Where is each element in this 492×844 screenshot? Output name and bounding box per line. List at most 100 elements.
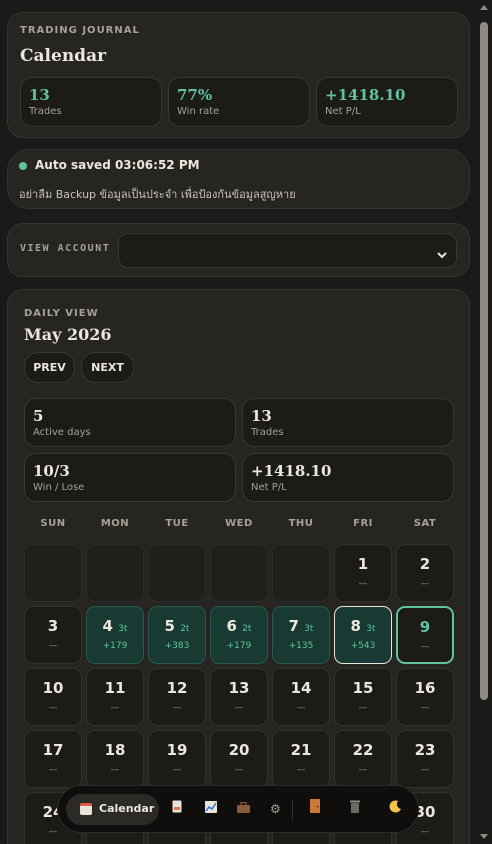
- weekday-label: MON: [100, 518, 130, 529]
- calendar-day-cell[interactable]: 4 3t +179: [86, 606, 144, 664]
- day-pl: —: [296, 765, 306, 775]
- day-number: 19: [149, 741, 205, 759]
- summary-label: Win / Lose: [33, 482, 85, 493]
- next-button[interactable]: NEXT: [81, 352, 134, 383]
- day-number: 18: [87, 741, 143, 759]
- day-number-text: 1: [357, 555, 369, 573]
- scrollbar-thumb[interactable]: [480, 22, 488, 700]
- calendar-day-cell[interactable]: 1—: [334, 544, 392, 602]
- weekday-label: FRI: [353, 518, 373, 529]
- account-select[interactable]: [118, 233, 457, 268]
- status-dot-icon: [19, 162, 27, 170]
- day-number-text: 17: [42, 741, 64, 759]
- stat-net-pl: +1418.10 Net P/L: [316, 77, 458, 127]
- day-number-text: 10: [42, 679, 64, 697]
- calendar-day-cell[interactable]: 15 —: [334, 668, 392, 726]
- day-number-text: 21: [290, 741, 312, 759]
- calendar-day-cell[interactable]: 13 —: [210, 668, 268, 726]
- day-number-text: 16: [414, 679, 436, 697]
- stat-value: +1418.10: [325, 86, 406, 104]
- nav-calendar-button[interactable]: Calendar: [66, 794, 159, 825]
- calendar-day-cell[interactable]: 17 —: [24, 730, 82, 788]
- calendar-day-cell[interactable]: 16 —: [396, 668, 454, 726]
- calendar-day-cell[interactable]: 10 —: [24, 668, 82, 726]
- account-card: VIEW ACCOUNT: [7, 223, 470, 277]
- weekday-label: SAT: [413, 518, 437, 529]
- day-number: 1: [335, 555, 391, 573]
- gear-icon[interactable]: ⚙: [270, 799, 281, 819]
- document-icon[interactable]: [172, 799, 182, 819]
- bottom-nav: Calendar ⚙: [57, 785, 419, 833]
- day-pl: —: [110, 765, 120, 775]
- day-pl: —: [48, 765, 58, 775]
- calendar-day-cell[interactable]: 23 —: [396, 730, 454, 788]
- scrollbar[interactable]: [479, 5, 489, 842]
- day-pl: —: [420, 579, 430, 589]
- day-number-text: 8: [350, 617, 361, 635]
- summary-label: Net P/L: [251, 482, 287, 493]
- day-number: 6 2t: [211, 617, 267, 635]
- trade-count: 3t: [366, 624, 376, 634]
- scroll-down-arrow-icon[interactable]: [480, 834, 488, 840]
- calendar-day-cell[interactable]: 3—: [24, 606, 82, 664]
- summary-value: 5: [33, 407, 44, 425]
- day-number-text: 9: [419, 618, 431, 636]
- account-label: VIEW ACCOUNT: [20, 243, 111, 254]
- prev-button[interactable]: PREV: [24, 352, 75, 383]
- summary-label: Trades: [251, 427, 284, 438]
- day-number-text: 18: [104, 741, 126, 759]
- calendar-day-cell[interactable]: 5 2t +383: [148, 606, 206, 664]
- day-number: 7 3t: [273, 617, 329, 635]
- day-pl: —: [358, 703, 368, 713]
- weekday-label: SUN: [40, 518, 66, 529]
- summary-net-pl: +1418.10 Net P/L: [242, 453, 454, 502]
- day-number: 23: [397, 741, 453, 759]
- day-number: 20: [211, 741, 267, 759]
- summary-label: Active days: [33, 427, 91, 438]
- day-number: 3: [25, 617, 81, 635]
- day-pl: +179: [226, 641, 252, 651]
- calendar-day-cell[interactable]: 9—: [396, 606, 454, 664]
- calendar-day-cell[interactable]: 7 3t +135: [272, 606, 330, 664]
- calendar-day-cell[interactable]: 14 —: [272, 668, 330, 726]
- chart-icon[interactable]: [205, 799, 217, 819]
- calendar-day-cell[interactable]: 6 2t +179: [210, 606, 268, 664]
- day-number-text: 6: [226, 617, 237, 635]
- day-number-text: 19: [166, 741, 188, 759]
- trash-icon[interactable]: [350, 799, 360, 819]
- day-number: 13: [211, 679, 267, 697]
- moon-icon[interactable]: [389, 799, 402, 819]
- day-number: 16: [397, 679, 453, 697]
- stat-label: Net P/L: [325, 106, 361, 117]
- calendar-day-cell[interactable]: 8 3t +543: [334, 606, 392, 664]
- autosave-card: Auto saved 03:06:52 PM อย่าลืม Backup ข้…: [7, 149, 470, 209]
- calendar-day-cell[interactable]: 19 —: [148, 730, 206, 788]
- trade-count: 2t: [180, 624, 190, 634]
- scroll-up-arrow-icon[interactable]: [480, 4, 488, 10]
- day-number: 8 3t: [335, 617, 391, 635]
- chevron-down-icon: [436, 245, 448, 264]
- stat-trades: 13 Trades: [20, 77, 162, 127]
- day-number-text: 3: [47, 617, 59, 635]
- calendar-day-cell[interactable]: 20 —: [210, 730, 268, 788]
- day-number-text: 2: [419, 555, 431, 573]
- day-pl: +135: [288, 641, 314, 651]
- day-number-text: 22: [352, 741, 374, 759]
- calendar-day-cell[interactable]: 21 —: [272, 730, 330, 788]
- nav-active-label: Calendar: [99, 802, 155, 815]
- calendar-day-cell[interactable]: 2—: [396, 544, 454, 602]
- briefcase-icon[interactable]: [237, 799, 250, 819]
- calendar-day-cell[interactable]: 12 —: [148, 668, 206, 726]
- calendar-icon: [80, 803, 92, 815]
- day-pl: —: [420, 765, 430, 775]
- trade-count: 3t: [118, 624, 128, 634]
- day-number: 12: [149, 679, 205, 697]
- door-icon[interactable]: [310, 799, 320, 819]
- calendar-day-cell[interactable]: 22 —: [334, 730, 392, 788]
- calendar-cell-empty: [210, 544, 268, 602]
- calendar-day-cell[interactable]: 11 —: [86, 668, 144, 726]
- daily-eyebrow: DAILY VIEW: [24, 308, 99, 319]
- day-number-text: 12: [166, 679, 188, 697]
- day-number: 2: [397, 555, 453, 573]
- calendar-day-cell[interactable]: 18 —: [86, 730, 144, 788]
